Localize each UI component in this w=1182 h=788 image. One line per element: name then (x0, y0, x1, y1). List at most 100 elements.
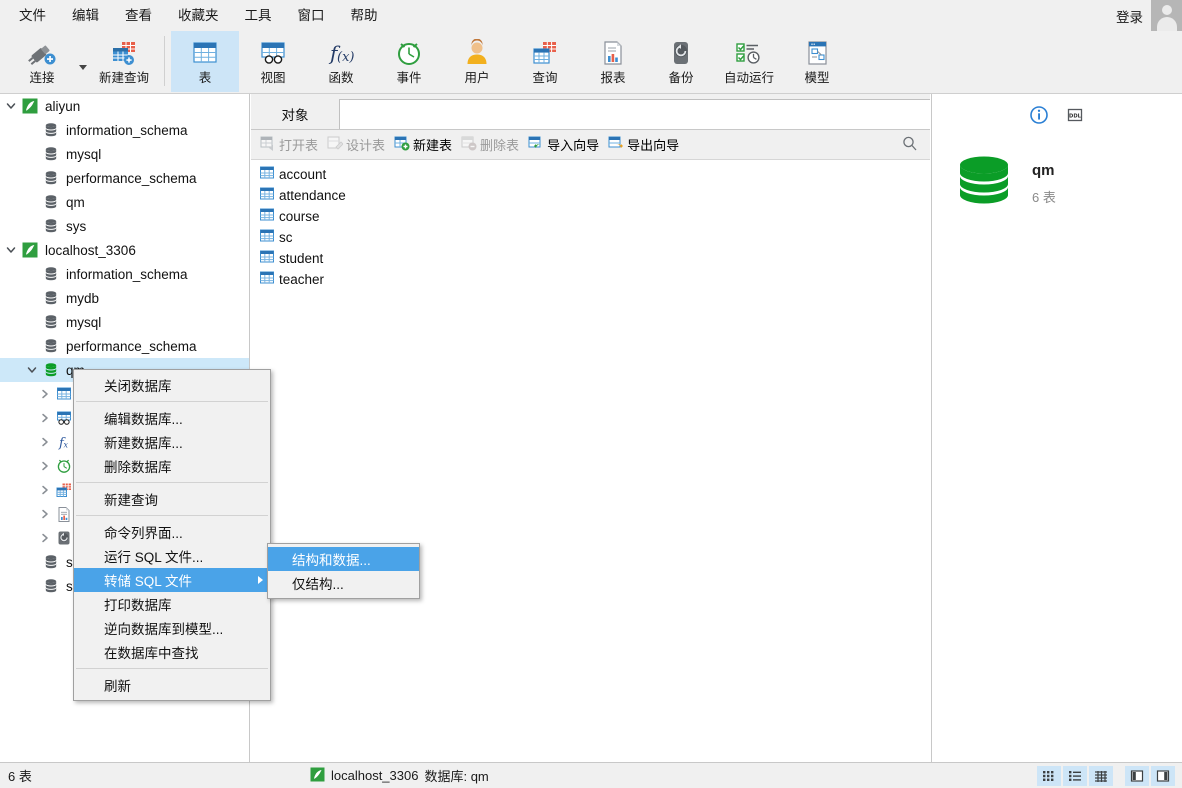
table-icon (259, 249, 275, 268)
database-info-text: qm 6 表 (1032, 161, 1056, 206)
chevron-right-icon[interactable] (36, 430, 54, 454)
connection-dropdown-arrow[interactable] (76, 31, 90, 92)
context-menu-item[interactable]: 在数据库中查找 (74, 640, 270, 664)
toolbar-tables[interactable]: 表 (171, 31, 239, 92)
toolbar-reports[interactable]: 报表 (579, 31, 647, 92)
table-list[interactable]: account attendance course sc student teacher (251, 160, 930, 760)
info-icon[interactable] (1028, 104, 1050, 126)
chevron-right-icon[interactable] (36, 502, 54, 526)
object-toolbar: 打开表 设计表 新建表 删除表 导入向导 导出向导 (251, 130, 930, 160)
tree-node-mysql[interactable]: mysql (0, 142, 249, 166)
context-menu-item[interactable]: 逆向数据库到模型... (74, 616, 270, 640)
menu-file[interactable]: 文件 (6, 2, 59, 30)
context-menu-item[interactable]: 转储 SQL 文件 (74, 568, 270, 592)
chevron-right-icon[interactable] (36, 478, 54, 502)
context-menu-item[interactable]: 命令列界面... (74, 520, 270, 544)
context-menu-item[interactable]: 打印数据库 (74, 592, 270, 616)
toolbar-automation[interactable]: 自动运行 (715, 31, 783, 92)
ddl-icon[interactable]: DDL (1064, 104, 1086, 126)
table-list-item[interactable]: attendance (255, 185, 930, 206)
search-icon[interactable] (902, 135, 918, 154)
export-wizard-button[interactable]: 导出向导 (605, 133, 685, 156)
toolbar-users[interactable]: 用户 (443, 31, 511, 92)
backup-icon (54, 530, 74, 546)
table-list-item[interactable]: student (255, 248, 930, 269)
database-context-menu[interactable]: 关闭数据库编辑数据库... 新建数据库... 删除数据库新建查询命令列界面... 运行… (73, 369, 271, 701)
left-panel-icon[interactable] (1125, 765, 1149, 786)
avatar[interactable] (1151, 0, 1182, 31)
tree-node-localhost_3306[interactable]: localhost_3306 (0, 238, 249, 262)
tree-node-performance_schema[interactable]: performance_schema (0, 334, 249, 358)
database-icon (41, 266, 61, 282)
delete-table-button[interactable]: 删除表 (458, 133, 525, 156)
list-view-icon[interactable] (1063, 765, 1087, 786)
toolbar-new-query[interactable]: 新建查询 (90, 31, 158, 92)
chevron-right-icon[interactable] (36, 406, 54, 430)
database-icon (41, 290, 61, 306)
tree-node-qm[interactable]: qm (0, 190, 249, 214)
tree-node-mysql[interactable]: mysql (0, 310, 249, 334)
toolbar-events[interactable]: 事件 (375, 31, 443, 92)
chevron-down-icon[interactable] (2, 94, 20, 118)
tree-node-mydb[interactable]: mydb (0, 286, 249, 310)
status-connection-info: localhost_3306 数据库: qm (310, 766, 1036, 785)
toolbar-queries[interactable]: 查询 (511, 31, 579, 92)
context-menu-item[interactable]: 删除数据库 (74, 454, 270, 478)
menu-help[interactable]: 帮助 (338, 2, 391, 30)
menu-tools[interactable]: 工具 (232, 2, 285, 30)
design-table-button[interactable]: 设计表 (324, 133, 391, 156)
login-button[interactable]: 登录 (1116, 6, 1151, 26)
table-list-item[interactable]: sc (255, 227, 930, 248)
database-large-icon (952, 150, 1016, 217)
view-mode-buttons (1036, 765, 1182, 786)
context-menu-item[interactable]: 刷新 (74, 673, 270, 697)
table-list-item[interactable]: account (255, 164, 930, 185)
detail-view-icon[interactable] (1089, 765, 1113, 786)
open-table-button[interactable]: 打开表 (257, 133, 324, 156)
table-icon (54, 386, 74, 402)
database-icon (41, 146, 61, 162)
context-menu-item-label: 打印数据库 (104, 598, 172, 613)
toolbar-views[interactable]: 视图 (239, 31, 307, 92)
submenu-item[interactable]: 结构和数据... (268, 547, 419, 571)
chevron-down-icon[interactable] (2, 238, 20, 262)
tree-node-performance_schema[interactable]: performance_schema (0, 166, 249, 190)
dump-sql-submenu[interactable]: 结构和数据... 仅结构... (267, 543, 420, 599)
chevron-right-icon[interactable] (36, 454, 54, 478)
import-wizard-button[interactable]: 导入向导 (525, 133, 605, 156)
tree-node-sys[interactable]: sys (0, 214, 249, 238)
tree-node-information_schema[interactable]: information_schema (0, 118, 249, 142)
chevron-right-icon[interactable] (36, 526, 54, 550)
context-menu-item-label: 关闭数据库 (104, 379, 172, 394)
new-table-button[interactable]: 新建表 (391, 133, 458, 156)
tree-node-aliyun[interactable]: aliyun (0, 94, 249, 118)
tree-node-information_schema[interactable]: information_schema (0, 262, 249, 286)
menu-edit[interactable]: 编辑 (59, 2, 112, 30)
table-list-item[interactable]: teacher (255, 269, 930, 290)
submenu-item[interactable]: 仅结构... (268, 571, 419, 595)
toolbar-connection[interactable]: 连接 (8, 31, 76, 92)
chevron-right-icon[interactable] (36, 382, 54, 406)
table-list-item[interactable]: course (255, 206, 930, 227)
database-icon (41, 218, 61, 234)
grid-view-icon[interactable] (1037, 765, 1061, 786)
menu-window[interactable]: 窗口 (285, 2, 338, 30)
toolbar-backup[interactable]: 备份 (647, 31, 715, 92)
context-menu-item[interactable]: 编辑数据库... (74, 406, 270, 430)
right-panel-icon[interactable] (1151, 765, 1175, 786)
submenu-arrow-icon (258, 576, 263, 584)
toolbar-functions[interactable]: f (x) 函数 (307, 31, 375, 92)
context-menu-item[interactable]: 新建数据库... (74, 430, 270, 454)
tree-node-label: performance_schema (66, 170, 197, 186)
context-menu-item[interactable]: 关闭数据库 (74, 373, 270, 397)
context-menu-item[interactable]: 新建查询 (74, 487, 270, 511)
menu-view[interactable]: 查看 (112, 2, 165, 30)
context-menu-item[interactable]: 运行 SQL 文件... (74, 544, 270, 568)
menu-favorites[interactable]: 收藏夹 (165, 2, 232, 30)
tab-objects[interactable]: 对象 (251, 99, 339, 129)
tree-node-label: mysql (66, 314, 102, 330)
chevron-down-icon[interactable] (23, 358, 41, 382)
toolbar-model[interactable]: 模型 (783, 31, 851, 92)
